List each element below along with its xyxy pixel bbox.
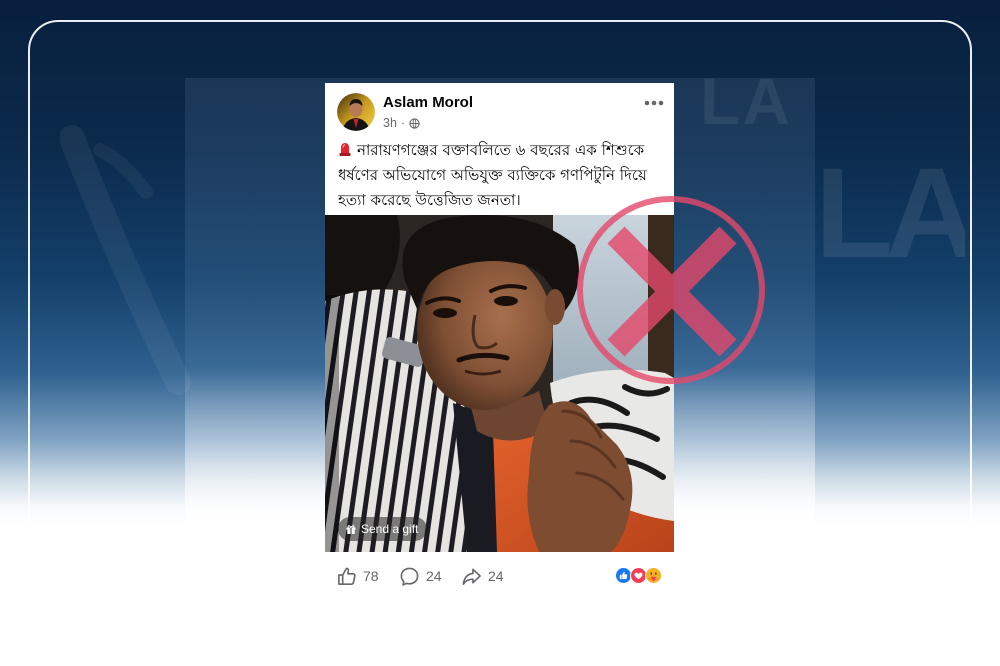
send-gift-button[interactable]: Send a gift — [338, 517, 428, 541]
post-meta: 3h · — [383, 115, 420, 131]
facebook-post-card: Aslam Morol 3h · নারায়ণগঞ্জের বক্তাবলিত… — [325, 83, 674, 600]
post-photo[interactable]: Send a gift — [325, 215, 674, 552]
reaction-icons[interactable] — [615, 567, 663, 585]
watermark-logo-swoosh — [60, 125, 191, 395]
like-count: 78 — [363, 568, 379, 584]
comment-bubble-outline — [400, 567, 419, 586]
post-text: নারায়ণগঞ্জের বক্তাবলিতে ৬ বছরের এক শিশু… — [338, 138, 664, 213]
more-dot — [658, 100, 664, 106]
gift-bow — [347, 525, 355, 528]
post-text-line: নারায়ণগঞ্জের বক্তাবলিতে ৬ বছরের এক শিশু… — [338, 138, 664, 163]
care-reaction-icon — [645, 567, 663, 585]
post-text-line: হত্যা করেছে উত্তেজিত জনতা। — [338, 191, 521, 209]
comment-icon — [399, 566, 420, 587]
author-name[interactable]: Aslam Morol — [383, 94, 473, 112]
more-options-icon[interactable] — [643, 95, 665, 106]
comment-button[interactable]: 24 — [399, 565, 442, 587]
like-button[interactable]: 78 — [336, 565, 379, 587]
post-timestamp[interactable]: 3h — [383, 115, 397, 131]
watermark-text: LA — [815, 150, 965, 285]
more-dot — [651, 100, 657, 106]
right-eye — [494, 296, 518, 306]
engagement-bar: 78 24 24 — [325, 557, 674, 597]
gift-icon — [345, 523, 357, 535]
post-text-line: ধর্ষণের অভিযোগে অভিযুক্ত ব্যক্তিকে গণপিট… — [338, 166, 647, 184]
thumbs-up-icon — [336, 566, 357, 587]
share-count: 24 — [488, 568, 504, 584]
left-eye — [433, 308, 457, 318]
care-reaction-eye — [654, 572, 657, 575]
thumbs-up-outline — [338, 567, 356, 585]
comment-count: 24 — [426, 568, 442, 584]
share-arrow-outline — [462, 568, 481, 585]
post-text-content: নারায়ণগঞ্জের বক্তাবলিতে ৬ বছরের এক শিশু… — [357, 141, 645, 159]
share-button[interactable]: 24 — [461, 565, 504, 587]
author-avatar[interactable] — [337, 93, 375, 131]
meta-separator: · — [400, 116, 406, 130]
ear — [545, 289, 565, 325]
fact-check-graphic: LA LA Aslam Morol 3h · নারায়ণগঞ্জের বক্… — [0, 0, 1000, 666]
care-reaction-eye — [650, 572, 653, 575]
gift-ribbon — [350, 527, 352, 534]
send-gift-label: Send a gift — [361, 522, 419, 536]
left-edge-shadow — [325, 295, 339, 552]
photo-image — [325, 215, 674, 552]
siren-base — [339, 153, 351, 156]
globe-icon — [409, 117, 420, 129]
police-light-icon — [338, 140, 352, 156]
avatar-image — [337, 93, 375, 131]
watermark-text: LA — [700, 68, 792, 134]
share-icon — [461, 566, 482, 587]
more-dot — [644, 100, 650, 106]
watermark-swoosh-stroke — [93, 143, 153, 199]
siren-dome — [341, 143, 349, 153]
